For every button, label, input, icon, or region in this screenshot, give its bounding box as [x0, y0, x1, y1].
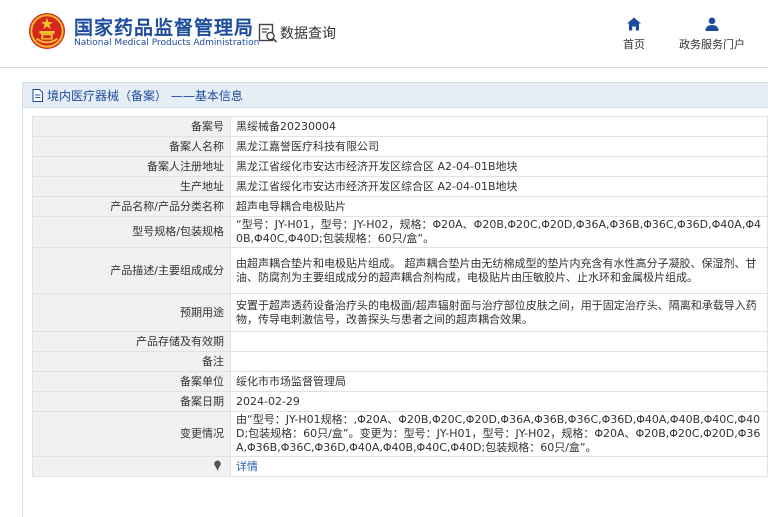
field-value: 黑绥械备20230004 — [230, 116, 768, 137]
table-row: 备注 — [32, 351, 768, 372]
field-label: 备案人名称 — [32, 136, 231, 157]
table-row: 变更情况 由“型号：JY-H01规格：,Φ20A、Φ20B,Φ20C,Φ20D,… — [32, 411, 768, 457]
detail-label-cell — [32, 456, 231, 477]
field-label: 备注 — [32, 351, 231, 372]
table-row: 生产地址 黑龙江省绥化市安达市经济开发区综合区 A2-04-01B地块 — [32, 176, 768, 197]
table-row: 预期用途 安置于超声透药设备治疗头的电极面/超声辐射面与治疗部位皮肤之间，用于固… — [32, 293, 768, 332]
table-row: 备案号 黑绥械备20230004 — [32, 116, 768, 137]
field-value: 黑龙江省绥化市安达市经济开发区综合区 A2-04-01B地块 — [230, 156, 768, 177]
nav-home[interactable]: 首页 — [616, 16, 652, 52]
field-value: “型号：JY-H01，型号：JY-H02，规格：Φ20A、Φ20B,Φ20C,Φ… — [230, 216, 768, 248]
data-query-label: 数据查询 — [280, 26, 336, 42]
field-value: 2024-02-29 — [230, 391, 768, 412]
site-subtitle: National Medical Products Administration — [74, 38, 260, 48]
nav-home-label: 首页 — [623, 38, 645, 51]
national-emblem-icon — [28, 12, 66, 50]
device-info-table: 备案号 黑绥械备20230004 备案人名称 黑龙江嘉誉医疗科技有限公司 备案人… — [32, 116, 768, 477]
site-header: 国家药品监督管理局 National Medical Products Admi… — [0, 0, 768, 68]
user-icon — [705, 17, 719, 31]
field-value: 超声电导耦合电极贴片 — [230, 196, 768, 217]
field-label: 产品存储及有效期 — [32, 331, 231, 352]
table-row: 产品存储及有效期 — [32, 331, 768, 352]
field-label: 备案日期 — [32, 391, 231, 412]
table-row: 备案人名称 黑龙江嘉誉医疗科技有限公司 — [32, 136, 768, 157]
nav-service-portal[interactable]: 政务服务门户 — [672, 16, 752, 52]
field-label: 备案单位 — [32, 371, 231, 392]
field-value: 黑龙江嘉誉医疗科技有限公司 — [230, 136, 768, 157]
table-row: 详情 — [32, 456, 768, 477]
nav-service-portal-label: 政务服务门户 — [679, 38, 745, 51]
field-label: 产品描述/主要组成成分 — [32, 247, 231, 294]
table-row: 备案单位 绥化市市场监督管理局 — [32, 371, 768, 392]
field-value: 由“型号：JY-H01规格：,Φ20A、Φ20B,Φ20C,Φ20D,Φ36A,… — [230, 411, 768, 457]
table-row: 产品名称/产品分类名称 超声电导耦合电极贴片 — [32, 196, 768, 217]
pin-icon — [214, 460, 221, 471]
field-label: 产品名称/产品分类名称 — [32, 196, 231, 217]
field-value — [230, 331, 768, 352]
document-icon — [32, 88, 43, 102]
field-value: 安置于超声透药设备治疗头的电极面/超声辐射面与治疗部位皮肤之间，用于固定治疗头、… — [230, 293, 768, 332]
site-title[interactable]: 国家药品监督管理局 — [74, 13, 254, 40]
field-value — [230, 351, 768, 372]
table-row: 型号规格/包装规格 “型号：JY-H01，型号：JY-H02，规格：Φ20A、Φ… — [32, 216, 768, 248]
panel-title: 境内医疗器械（备案） ——基本信息 — [47, 88, 243, 103]
field-label: 型号规格/包装规格 — [32, 216, 231, 248]
field-value: 由超声耦合垫片和电极贴片组成。 超声耦合垫片由无纺棉成型的垫片内充含有水性高分子… — [230, 247, 768, 294]
table-row: 产品描述/主要组成成分 由超声耦合垫片和电极贴片组成。 超声耦合垫片由无纺棉成型… — [32, 247, 768, 294]
home-icon — [627, 17, 641, 31]
field-label: 备案号 — [32, 116, 231, 137]
table-row: 备案人注册地址 黑龙江省绥化市安达市经济开发区综合区 A2-04-01B地块 — [32, 156, 768, 177]
detail-link[interactable]: 详情 — [236, 460, 258, 473]
field-label: 备案人注册地址 — [32, 156, 231, 177]
table-row: 备案日期 2024-02-29 — [32, 391, 768, 412]
panel-header: 境内医疗器械（备案） ——基本信息 — [23, 83, 768, 108]
field-label: 预期用途 — [32, 293, 231, 332]
detail-value-cell: 详情 — [230, 456, 768, 477]
field-value: 黑龙江省绥化市安达市经济开发区综合区 A2-04-01B地块 — [230, 176, 768, 197]
field-value: 绥化市市场监督管理局 — [230, 371, 768, 392]
field-label: 变更情况 — [32, 411, 231, 457]
data-search-icon — [258, 23, 278, 43]
data-query-link[interactable]: 数据查询 — [258, 22, 336, 44]
field-label: 生产地址 — [32, 176, 231, 197]
